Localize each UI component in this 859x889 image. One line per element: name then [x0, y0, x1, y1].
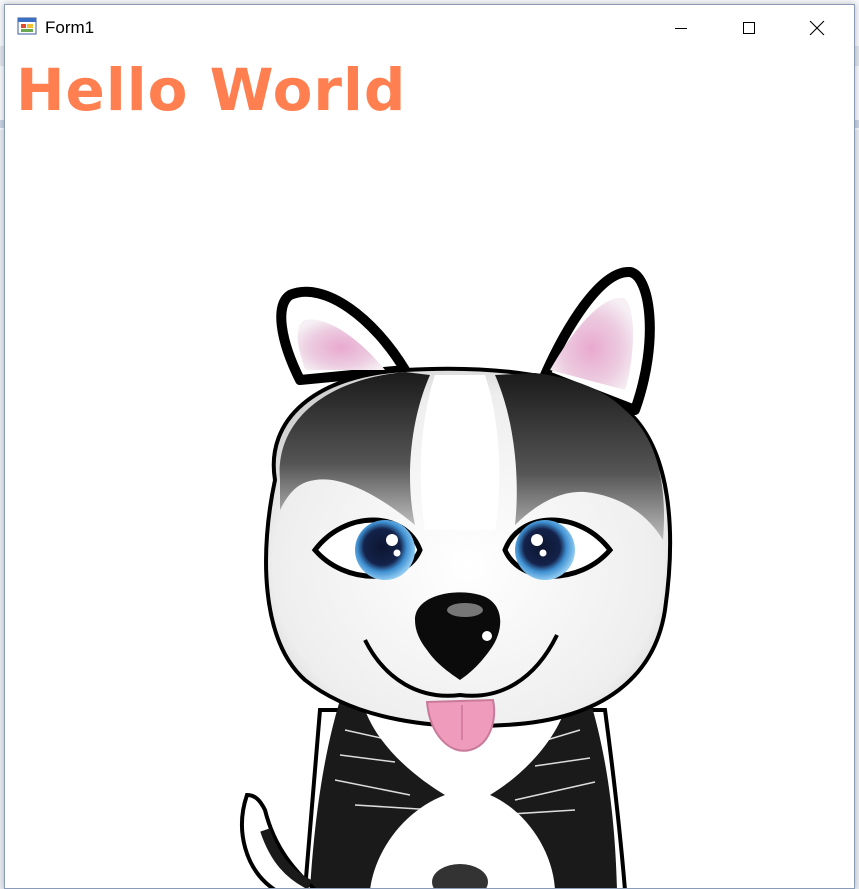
husky-puppy-image — [240, 267, 673, 888]
hello-label: Hello World — [16, 56, 407, 124]
form-window: Form1 Hello World — [4, 4, 855, 889]
title-bar[interactable]: Form1 — [5, 5, 854, 51]
form-client-area: Hello World — [5, 50, 854, 888]
maximize-button[interactable] — [715, 5, 783, 50]
app-icon — [17, 17, 37, 35]
close-button[interactable] — [783, 5, 851, 50]
minimize-button[interactable] — [647, 5, 715, 50]
close-icon — [809, 20, 825, 35]
minimize-icon — [675, 27, 687, 29]
window-title: Form1 — [45, 18, 95, 37]
maximize-icon — [743, 21, 755, 34]
